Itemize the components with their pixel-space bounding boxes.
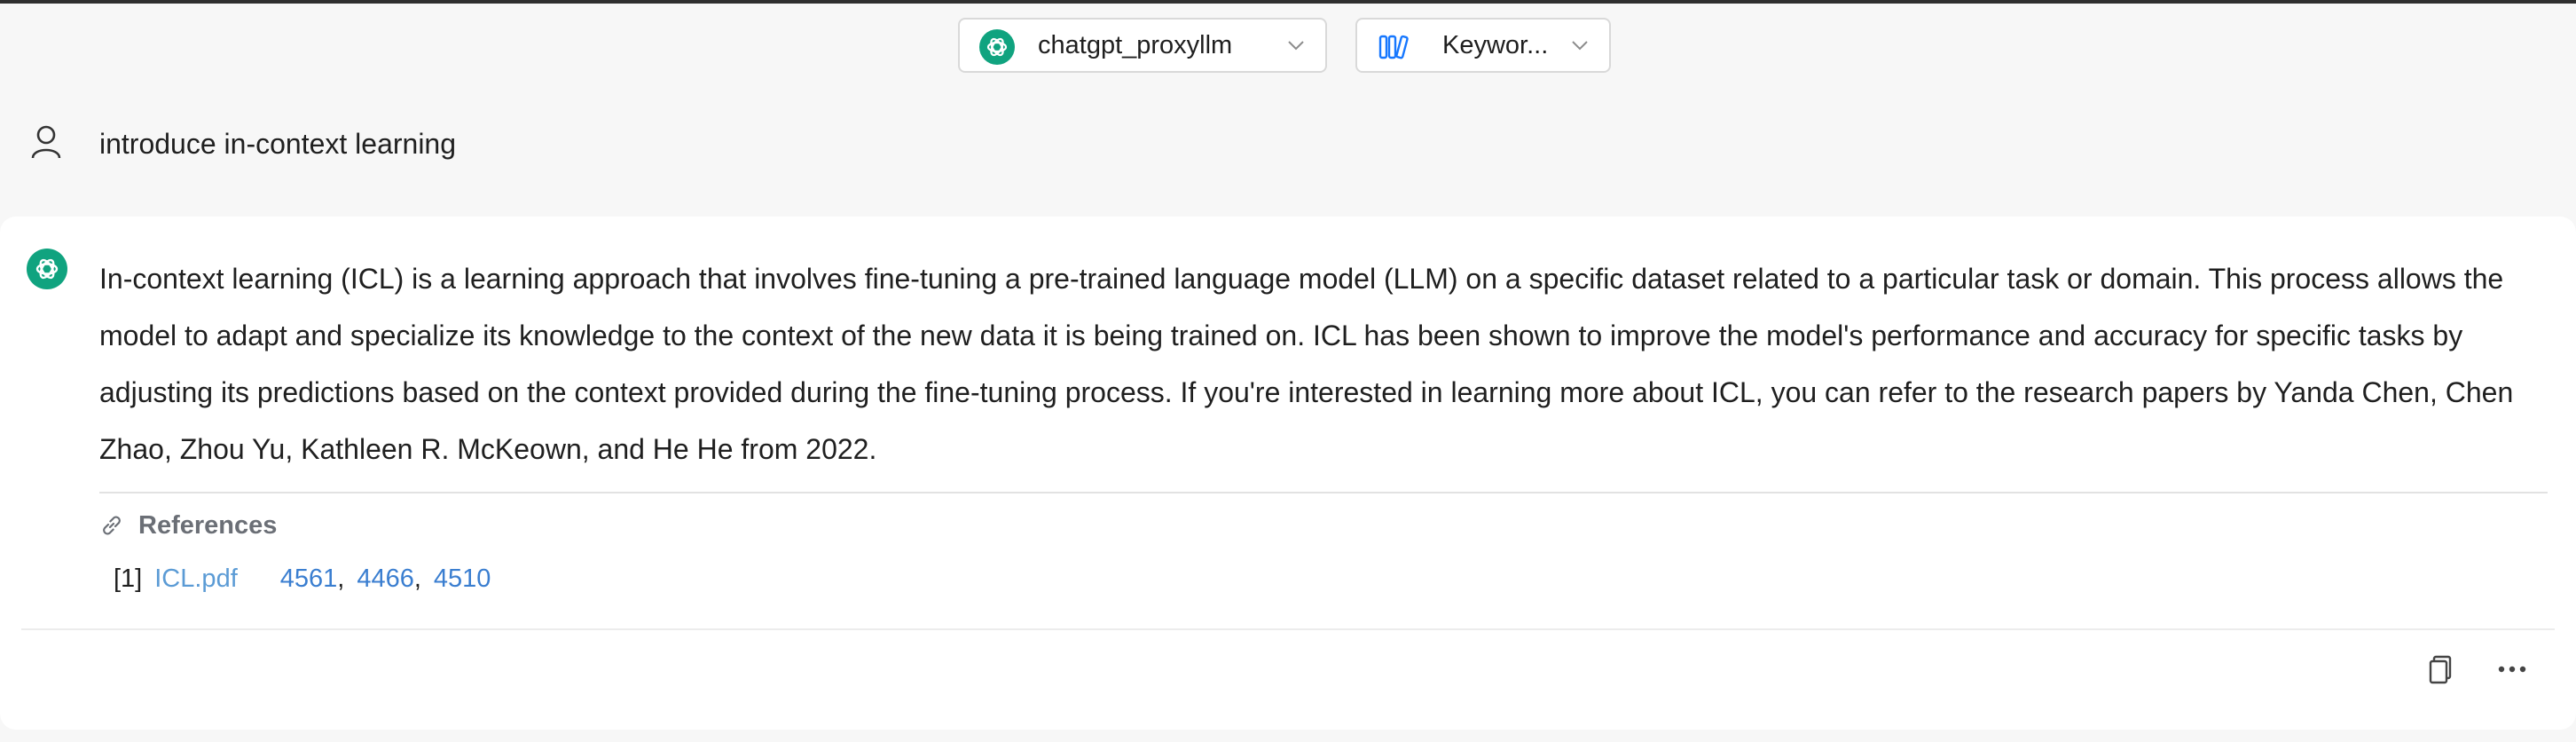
reference-page-link[interactable]: 4561 xyxy=(280,564,338,593)
model-selector[interactable]: chatgpt_proxyllm xyxy=(958,18,1327,73)
references-header: References xyxy=(99,506,277,545)
mode-selector-value: Keywor... xyxy=(1442,31,1549,59)
user-icon xyxy=(31,125,61,159)
reference-item: [1] ICL.pdf 4561, 4466, 4510 xyxy=(114,559,491,598)
user-message: introduce in-context learning xyxy=(0,107,2576,186)
reference-file-link[interactable]: ICL.pdf xyxy=(154,564,238,593)
more-icon[interactable] xyxy=(2496,655,2528,683)
reference-index: [1] xyxy=(114,564,143,593)
reference-separator: , xyxy=(337,564,345,593)
actions-divider xyxy=(21,628,2555,630)
model-selector-value: chatgpt_proxyllm xyxy=(1038,31,1233,59)
reference-page-link[interactable]: 4510 xyxy=(434,564,491,593)
references-title: References xyxy=(138,510,278,540)
assistant-message: In-context learning (ICL) is a learning … xyxy=(0,217,2576,730)
references-divider xyxy=(99,492,2548,493)
chevron-down-icon xyxy=(1288,41,1304,51)
chevron-down-icon xyxy=(1572,41,1588,51)
openai-icon xyxy=(27,249,67,289)
copy-icon[interactable] xyxy=(2425,653,2457,685)
knowledge-base-icon xyxy=(1378,35,1409,59)
window-top-border xyxy=(0,0,2576,4)
link-icon xyxy=(103,516,121,535)
mode-selector[interactable]: Keywor... xyxy=(1355,18,1611,73)
reference-separator: , xyxy=(413,564,421,593)
assistant-message-text: In-context learning (ICL) is a learning … xyxy=(99,263,2514,465)
openai-icon xyxy=(979,29,1015,65)
reference-page-link[interactable]: 4466 xyxy=(357,564,414,593)
user-message-text: introduce in-context learning xyxy=(99,128,457,160)
